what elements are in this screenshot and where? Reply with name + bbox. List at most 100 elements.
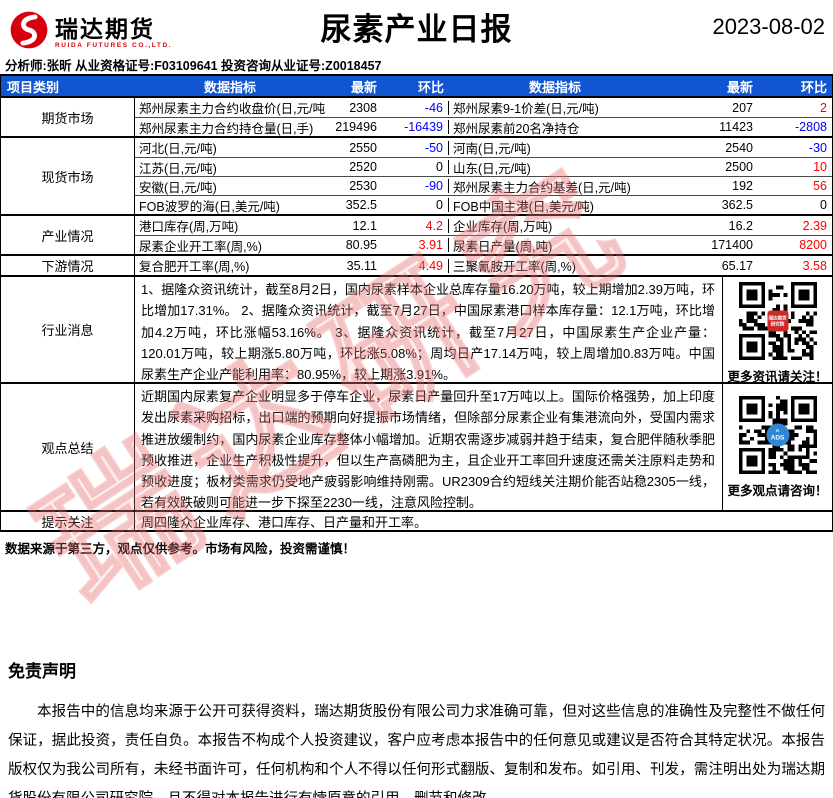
table-row: 尿素企业开工率(周,%) 80.95 3.91 尿素日产量(周,吨) 171400 820… xyxy=(135,235,832,254)
chg-value-1: 0 xyxy=(385,160,449,174)
qr-panel-news: 瑞达期货 研究院 更多资讯请关注！ xyxy=(722,277,832,384)
table-row: 港口库存(周,万吨) 12.1 4.2 企业库存(周,万吨) 16.2 2.39 xyxy=(135,216,832,235)
company-logo: 瑞达期货 RUIDA FUTURES CO.,LTD. xyxy=(8,9,172,56)
analyst-line: 分析师:张昕 从业资格证号:F03109641 投资咨询从业证号:Z001845… xyxy=(5,59,382,73)
col-header-latest1: 最新 xyxy=(350,79,377,95)
section-viewpoint: 观点总结 近期国内尿素复产企业明显多于停车企业，尿素日产量回升至17万吨以上。国… xyxy=(1,382,832,510)
table-group: 产业情况 港口库存(周,万吨) 12.1 4.2 企业库存(周,万吨) 16.2 2.39 尿… xyxy=(1,214,832,254)
indicator-1: 安徽(日,元/吨) xyxy=(139,180,217,195)
chg-value-1: 3.91 xyxy=(385,238,449,252)
chg-value-2: 8200 xyxy=(799,238,827,252)
qr-center-badge: ^ ADS xyxy=(766,423,789,447)
table-row: 复合肥开工率(周,%) 35.11 4.49 三聚氰胺开工率(周,%) 65.17 3.5… xyxy=(135,256,832,275)
indicator-1: 郑州尿素主力合约收盘价(日,元/吨) xyxy=(139,102,325,116)
latest-value-2: 192 xyxy=(732,179,753,193)
table-row: 河北(日,元/吨) 2550 -50 河南(日,元/吨) 2540 -30 xyxy=(135,138,832,157)
disclaimer-body: 本报告中的信息均来源于公开可获得资料，瑞达期货股份有限公司力求准确可靠，但对这些… xyxy=(8,704,825,798)
chg-value-1: -90 xyxy=(385,179,449,193)
qr-center-badge: 瑞达期货 研究院 xyxy=(767,310,788,332)
brand-subtitle: RUIDA FUTURES CO.,LTD. xyxy=(55,41,173,49)
chg-value-1: -50 xyxy=(385,140,449,155)
latest-value-1: 219496 xyxy=(335,120,377,134)
category-label: 下游情况 xyxy=(1,256,135,275)
indicator-1: 港口库存(周,万吨) xyxy=(139,220,239,234)
group-rows: 河北(日,元/吨) 2550 -50 河南(日,元/吨) 2540 -30 江苏(日,元/吨… xyxy=(135,138,832,214)
group-rows: 港口库存(周,万吨) 12.1 4.2 企业库存(周,万吨) 16.2 2.39 尿素企业开… xyxy=(135,216,832,254)
col-header-chg2: 环比 xyxy=(800,79,827,95)
chg-value-2: 3.58 xyxy=(802,258,827,273)
qr-panel-view: ^ ADS 更多观点请咨询！ xyxy=(722,384,832,510)
table-row: 郑州尿素主力合约收盘价(日,元/吨) 2308 -46 郑州尿素9-1价差(日,元/吨… xyxy=(135,98,832,117)
indicator-2: FOB中国主港(日,美元/吨) xyxy=(453,199,594,214)
section-industry-news: 行业消息 1、据隆众资讯统计，截至8月2日，国内尿素样本企业总库存量16.20万… xyxy=(1,275,832,384)
category-label: 提示关注 xyxy=(1,512,135,530)
qr-caption: 更多资讯请关注！ xyxy=(727,370,828,384)
indicator-2: 企业库存(周,万吨) xyxy=(453,220,553,234)
indicator-1: 复合肥开工率(周,%) xyxy=(139,260,250,274)
qr-caption: 更多观点请咨询！ xyxy=(727,484,828,498)
latest-value-1: 80.95 xyxy=(345,238,377,252)
col-header-category: 项目类别 xyxy=(7,79,60,95)
qr-code-icon: ^ ADS xyxy=(738,396,817,474)
category-label: 现货市场 xyxy=(1,138,135,214)
latest-value-1: 2308 xyxy=(349,100,377,115)
chg-value-2: 10 xyxy=(813,160,827,174)
section-reminder: 提示关注 周四隆众企业库存、港口库存、日产量和开工率。 xyxy=(1,510,832,530)
latest-value-1: 35.11 xyxy=(346,258,377,273)
table-group: 期货市场 郑州尿素主力合约收盘价(日,元/吨) 2308 -46 郑州尿素9-1价差(日… xyxy=(1,96,832,136)
indicator-1: 江苏(日,元/吨) xyxy=(139,161,217,176)
chg-value-2: 2.39 xyxy=(802,218,827,233)
indicator-1: 尿素企业开工率(周,%) xyxy=(139,239,262,254)
indicator-1: FOB波罗的海(日,美元/吨) xyxy=(139,199,280,214)
latest-value-1: 2530 xyxy=(349,179,377,193)
group-rows: 复合肥开工率(周,%) 35.11 4.49 三聚氰胺开工率(周,%) 65.17 3.5… xyxy=(135,256,832,275)
indicator-2: 三聚氰胺开工率(周,%) xyxy=(453,260,576,274)
category-label: 产业情况 xyxy=(1,216,135,254)
chg-value-1: -46 xyxy=(385,100,449,115)
table-row: 江苏(日,元/吨) 2520 0 山东(日,元/吨) 2500 10 xyxy=(135,157,832,176)
category-label: 行业消息 xyxy=(1,277,135,382)
latest-value-2: 16.2 xyxy=(728,218,753,233)
group-rows: 郑州尿素主力合约收盘价(日,元/吨) 2308 -46 郑州尿素9-1价差(日,元/吨… xyxy=(135,98,832,136)
chg-value-1: 4.2 xyxy=(385,218,449,233)
chg-value-2: 0 xyxy=(820,198,827,212)
indicator-2: 山东(日,元/吨) xyxy=(453,161,531,176)
latest-value-2: 207 xyxy=(732,100,753,115)
latest-value-1: 12.1 xyxy=(352,218,377,233)
indicator-2: 郑州尿素主力合约基差(日,元/吨) xyxy=(453,180,631,195)
latest-value-1: 2520 xyxy=(349,160,377,174)
page-title: 尿素产业日报 xyxy=(320,12,513,47)
disclaimer-section: 免责声明 本报告中的信息均来源于公开可获得资料，瑞达期货股份有限公司力求准确可靠… xyxy=(8,657,825,798)
disclaimer-title: 免责声明 xyxy=(8,662,76,681)
col-header-indicator1: 数据指标 xyxy=(203,79,256,95)
col-header-chg1: 环比 xyxy=(417,79,444,95)
reminder-text: 周四隆众企业库存、港口库存、日产量和开工率。 xyxy=(141,515,428,530)
latest-value-2: 65.17 xyxy=(721,258,753,273)
category-label: 观点总结 xyxy=(1,384,135,510)
report-table: 项目类别 数据指标 最新 环比 数据指标 最新 环比 期货市场 郑州尿素主力合约收… xyxy=(0,74,833,532)
indicator-2: 郑州尿素9-1价差(日,元/吨) xyxy=(453,102,599,116)
latest-value-2: 362.5 xyxy=(721,198,753,212)
latest-value-2: 11423 xyxy=(719,120,753,134)
indicator-2: 尿素日产量(周,吨) xyxy=(453,239,553,254)
risk-footnote: 数据来源于第三方，观点仅供参考。市场有风险，投资需谨慎！ xyxy=(5,542,356,556)
col-header-indicator2: 数据指标 xyxy=(528,79,581,95)
indicator-1: 河北(日,元/吨) xyxy=(139,142,217,156)
indicator-2: 郑州尿素前20名净持仓 xyxy=(453,121,580,136)
latest-value-1: 2550 xyxy=(349,140,377,155)
table-row: FOB波罗的海(日,美元/吨) 352.5 0 FOB中国主港(日,美元/吨) 362.… xyxy=(135,195,832,214)
qr-code-icon: 瑞达期货 研究院 xyxy=(738,282,817,360)
table-group: 下游情况 复合肥开工率(周,%) 35.11 4.49 三聚氰胺开工率(周,%) 65.1… xyxy=(1,254,832,275)
chg-value-2: 56 xyxy=(813,179,827,193)
table-group: 现货市场 河北(日,元/吨) 2550 -50 河南(日,元/吨) 2540 -30 江苏(日… xyxy=(1,136,832,214)
table-row: 郑州尿素主力合约持仓量(日,手) 219496 -16439 郑州尿素前20名净持仓 1… xyxy=(135,117,832,136)
report-header: 瑞达期货 RUIDA FUTURES CO.,LTD. 尿素产业日报 2023-… xyxy=(0,0,833,74)
ruida-logo-icon xyxy=(8,9,50,56)
table-body: 期货市场 郑州尿素主力合约收盘价(日,元/吨) 2308 -46 郑州尿素9-1价差(日… xyxy=(1,96,832,275)
indicator-1: 郑州尿素主力合约持仓量(日,手) xyxy=(139,121,314,136)
chg-value-1: 0 xyxy=(385,198,449,212)
col-header-latest2: 最新 xyxy=(726,79,753,95)
chg-value-2: -2808 xyxy=(795,120,827,134)
indicator-2: 河南(日,元/吨) xyxy=(453,142,531,156)
brand-name: 瑞达期货 xyxy=(55,15,155,42)
